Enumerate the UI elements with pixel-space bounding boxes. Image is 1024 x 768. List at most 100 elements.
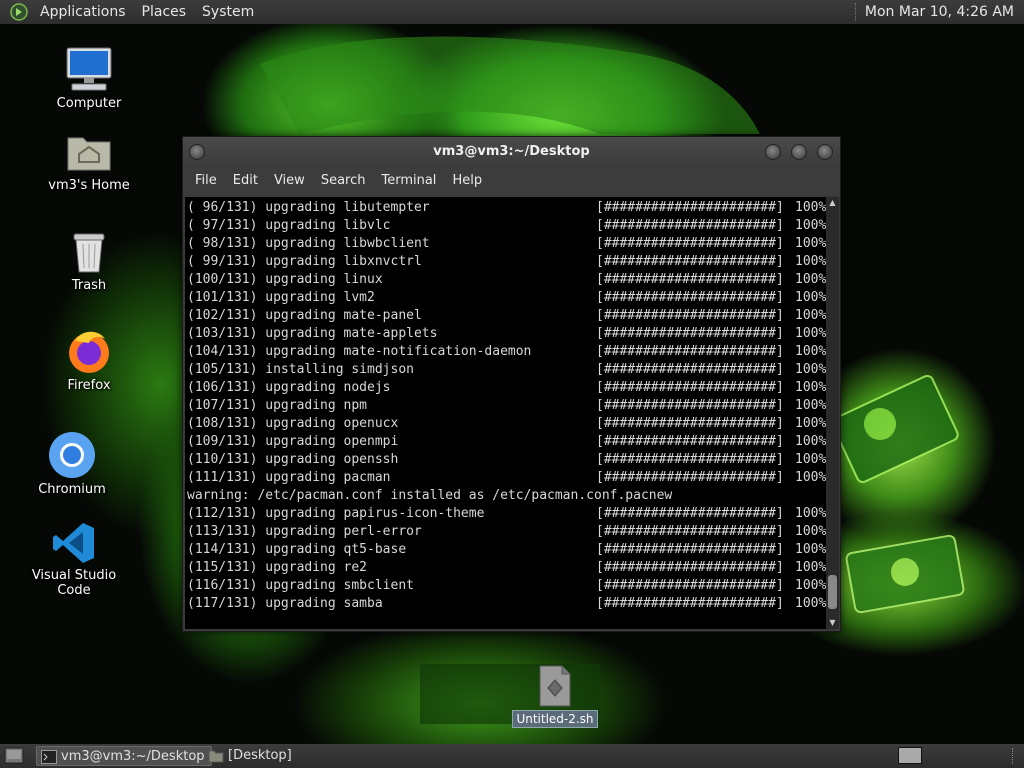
scroll-down-arrow-icon[interactable]: ▼: [828, 618, 837, 627]
terminal-line-text: ( 99/131) upgrading libxnvctrl: [187, 254, 422, 269]
desktop-icon-computer[interactable]: Computer: [34, 44, 144, 111]
terminal-progress-percent: 100%: [795, 236, 826, 251]
show-desktop-icon[interactable]: [4, 747, 24, 764]
desktop-icon-label: Trash: [71, 278, 107, 293]
taskbar-item-label: [Desktop]: [228, 748, 292, 763]
taskbar-item-terminal[interactable]: vm3@vm3:~/Desktop: [36, 746, 212, 766]
terminal-line: ( 98/131) upgrading libwbclient [########…: [187, 235, 826, 253]
terminal-line-text: (109/131) upgrading openmpi: [187, 434, 399, 449]
terminal-line: (114/131) upgrading qt5-base [###########…: [187, 541, 826, 559]
scrollbar-thumb[interactable]: [828, 575, 837, 609]
desktop-file-label: Untitled-2.sh: [512, 710, 598, 728]
terminal-line: ( 99/131) upgrading libxnvctrl [#########…: [187, 253, 826, 271]
clock[interactable]: Mon Mar 10, 4:26 AM: [865, 4, 1024, 20]
menu-file[interactable]: File: [187, 167, 225, 195]
desktop-icon-trash[interactable]: Trash: [34, 228, 144, 293]
terminal-line-text: (102/131) upgrading mate-panel: [187, 308, 422, 323]
terminal-progress-bar: [######################]: [596, 596, 784, 611]
terminal-line: warning: /etc/pacman.conf installed as /…: [187, 487, 826, 505]
terminal-progress-percent: 100%: [795, 524, 826, 539]
terminal-progress-bar: [######################]: [596, 200, 784, 215]
terminal-progress-percent: 100%: [795, 452, 826, 467]
terminal-line-text: (114/131) upgrading qt5-base: [187, 542, 407, 557]
terminal-progress-percent: 100%: [795, 272, 826, 287]
menu-view[interactable]: View: [266, 167, 313, 195]
taskbar-item-desktop[interactable]: [Desktop]: [204, 746, 298, 766]
desktop-icon-label: Computer: [56, 96, 122, 111]
terminal-line-text: (110/131) upgrading openssh: [187, 452, 399, 467]
close-button[interactable]: [817, 144, 833, 160]
terminal-line-text: (106/131) upgrading nodejs: [187, 380, 391, 395]
terminal-progress-bar: [######################]: [596, 308, 784, 323]
firefox-icon: [69, 331, 109, 373]
terminal-output[interactable]: ( 96/131) upgrading libutempter [########…: [185, 197, 826, 629]
terminal-line: (106/131) upgrading nodejs [#############…: [187, 379, 826, 397]
desktop-icon-home[interactable]: vm3's Home: [34, 128, 144, 193]
workspace-switcher[interactable]: [898, 747, 922, 764]
minimize-button[interactable]: [765, 144, 781, 160]
terminal-progress-percent: 100%: [795, 218, 826, 233]
terminal-line: (104/131) upgrading mate-notification-da…: [187, 343, 826, 361]
menu-edit[interactable]: Edit: [225, 167, 266, 195]
terminal-progress-bar: [######################]: [596, 218, 784, 233]
terminal-line: ( 97/131) upgrading libvlc [#############…: [187, 217, 826, 235]
terminal-progress-percent: 100%: [795, 362, 826, 377]
places-menu[interactable]: Places: [134, 0, 195, 24]
terminal-titlebar[interactable]: vm3@vm3:~/Desktop: [183, 137, 840, 167]
menu-search[interactable]: Search: [313, 167, 374, 195]
terminal-line: (110/131) upgrading openssh [############…: [187, 451, 826, 469]
terminal-progress-percent: 100%: [795, 308, 826, 323]
terminal-line-text: (103/131) upgrading mate-applets: [187, 326, 438, 341]
system-menu[interactable]: System: [194, 0, 262, 24]
desktop-icon-label: vm3's Home: [48, 178, 130, 193]
terminal-icon: [41, 750, 57, 764]
bottom-panel: vm3@vm3:~/Desktop [Desktop]: [0, 744, 1024, 768]
terminal-progress-bar: [######################]: [596, 524, 784, 539]
terminal-line: (101/131) upgrading lvm2 [###############…: [187, 289, 826, 307]
terminal-scrollbar[interactable]: ▲ ▼: [826, 197, 839, 629]
terminal-line: (100/131) upgrading linux [##############…: [187, 271, 826, 289]
terminal-progress-percent: 100%: [795, 578, 826, 593]
menu-terminal[interactable]: Terminal: [373, 167, 444, 195]
menu-help[interactable]: Help: [444, 167, 490, 195]
terminal-menubar: File Edit View Search Terminal Help: [183, 167, 840, 195]
terminal-progress-bar: [######################]: [596, 542, 784, 557]
terminal-line: (108/131) upgrading openucx [############…: [187, 415, 826, 433]
desktop-icon-vscode[interactable]: Visual Studio Code: [19, 520, 129, 598]
terminal-line-text: (111/131) upgrading pacman: [187, 470, 391, 485]
terminal-progress-bar: [######################]: [596, 290, 784, 305]
trash-icon: [73, 233, 105, 273]
desktop-icon-label: Chromium: [38, 482, 106, 497]
terminal-progress-percent: 100%: [795, 290, 826, 305]
taskbar-item-label: vm3@vm3:~/Desktop: [61, 749, 205, 764]
terminal-window[interactable]: vm3@vm3:~/Desktop File Edit View Search …: [182, 136, 841, 632]
terminal-line-text: (113/131) upgrading perl-error: [187, 524, 422, 539]
terminal-progress-percent: 100%: [795, 380, 826, 395]
window-title: vm3@vm3:~/Desktop: [433, 144, 590, 159]
terminal-line: (102/131) upgrading mate-panel [#########…: [187, 307, 826, 325]
terminal-line: (117/131) upgrading samba [##############…: [187, 595, 826, 613]
panel-separator: [854, 3, 857, 21]
maximize-button[interactable]: [791, 144, 807, 160]
terminal-progress-percent: 100%: [795, 542, 826, 557]
shell-script-icon: [539, 665, 571, 707]
terminal-progress-percent: 100%: [795, 344, 826, 359]
terminal-line-text: (105/131) installing simdjson: [187, 362, 414, 377]
desktop-icon-chromium[interactable]: Chromium: [17, 430, 127, 497]
top-panel: Applications Places System Mon Mar 10, 4…: [0, 0, 1024, 24]
terminal-line-text: (115/131) upgrading re2: [187, 560, 368, 575]
terminal-line-text: (107/131) upgrading npm: [187, 398, 368, 413]
terminal-line-text: ( 96/131) upgrading libutempter: [187, 200, 430, 215]
desktop-file-untitled-2[interactable]: Untitled-2.sh: [512, 664, 598, 728]
terminal-progress-bar: [######################]: [596, 398, 784, 413]
terminal-progress-bar: [######################]: [596, 560, 784, 575]
scroll-up-arrow-icon[interactable]: ▲: [828, 198, 837, 207]
terminal-progress-bar: [######################]: [596, 578, 784, 593]
mate-logo-icon[interactable]: [10, 3, 28, 21]
terminal-line-text: (112/131) upgrading papirus-icon-theme: [187, 506, 485, 521]
chromium-icon: [49, 432, 95, 478]
desktop-icon-firefox[interactable]: Firefox: [34, 326, 144, 393]
applications-menu[interactable]: Applications: [32, 0, 134, 24]
desktop-icon-label: Visual Studio Code: [31, 568, 117, 598]
terminal-progress-percent: 100%: [795, 416, 826, 431]
